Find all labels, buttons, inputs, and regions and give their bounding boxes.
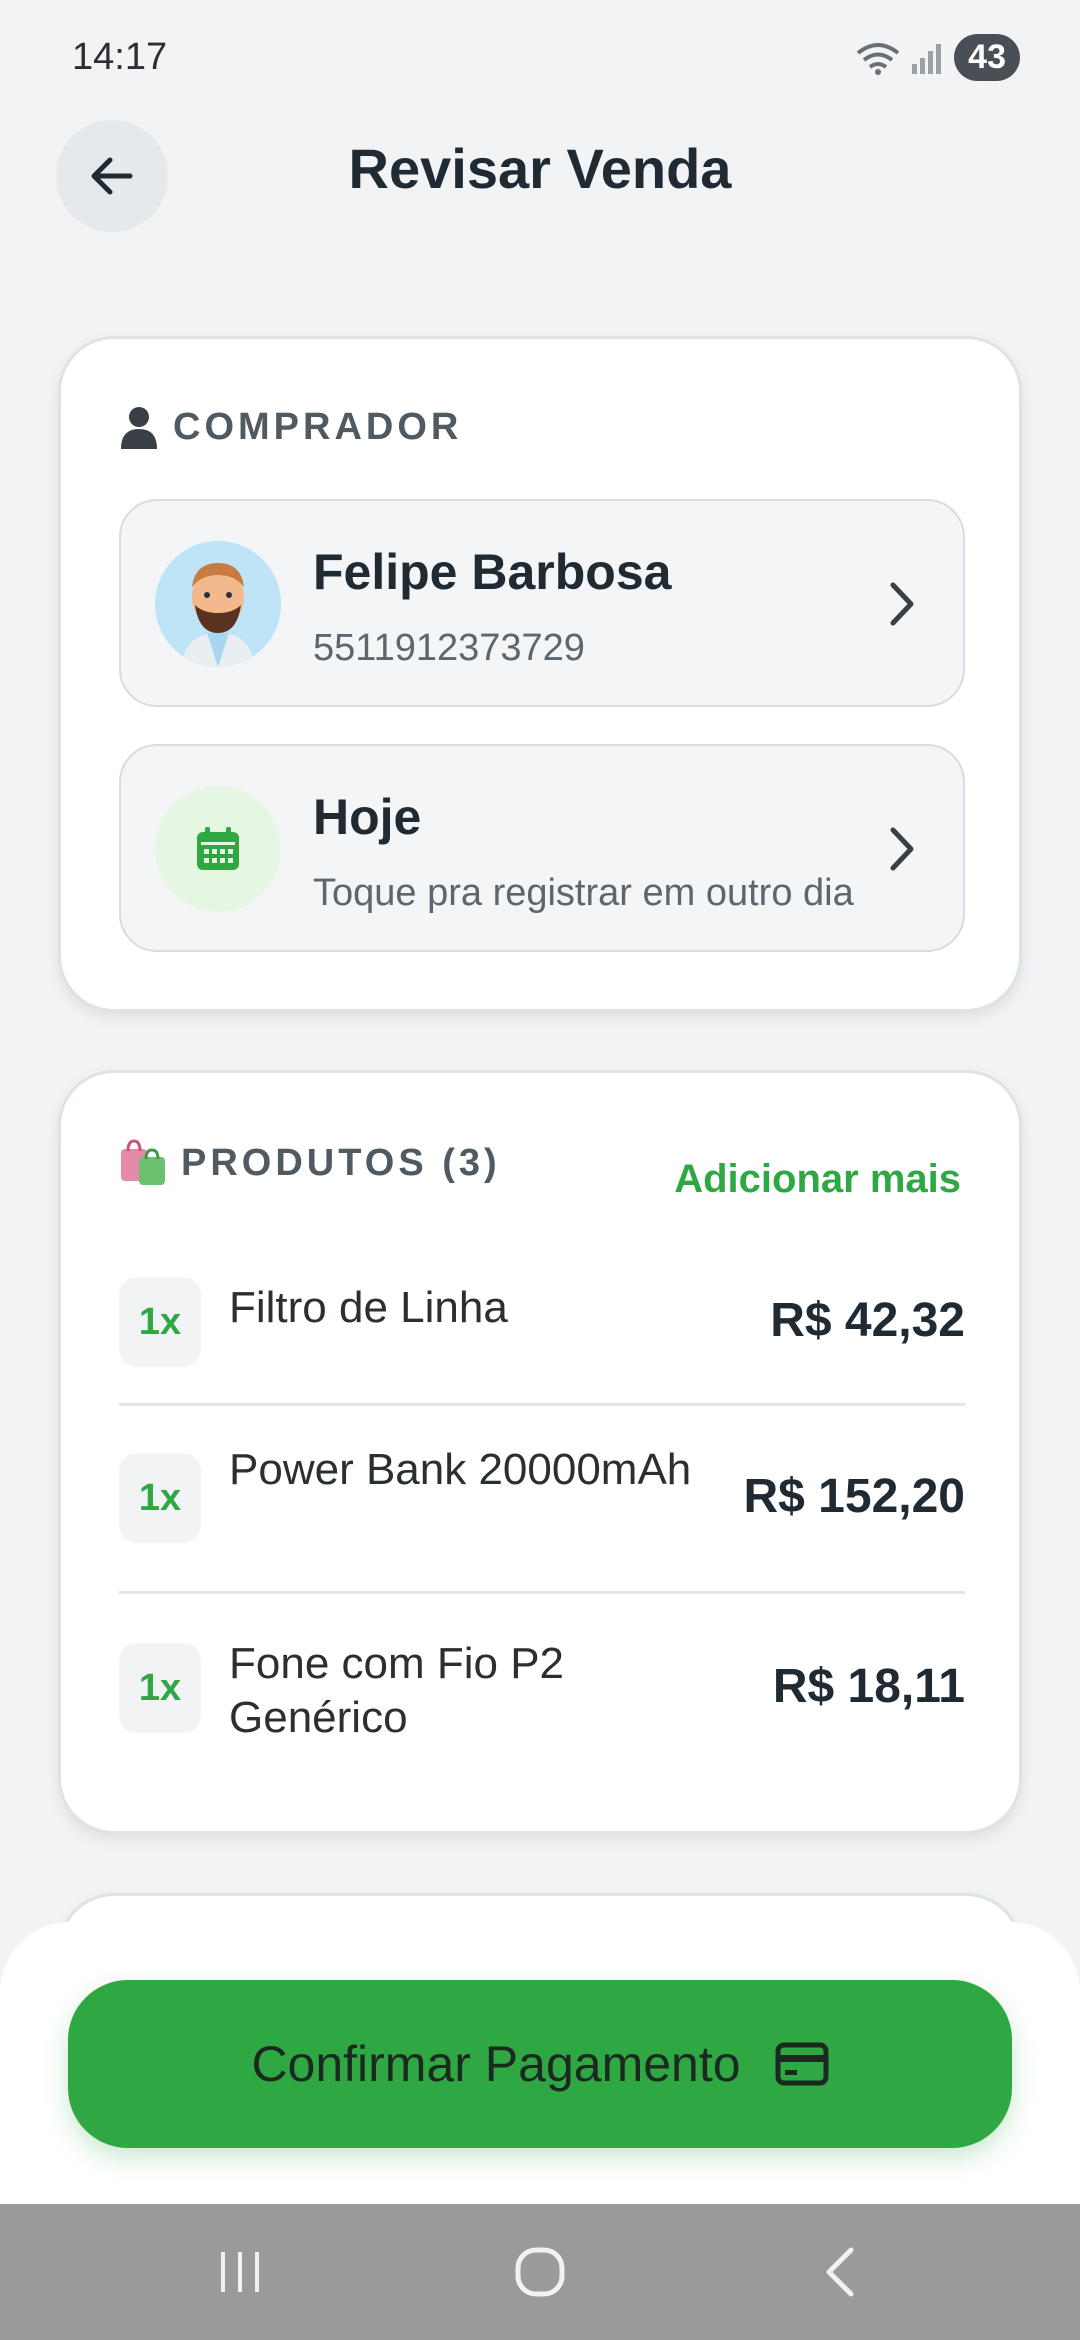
products-section-label: PRODUTOS (3) [181, 1141, 501, 1184]
wifi-icon [856, 42, 900, 75]
signal-icon [912, 43, 942, 74]
recent-apps-button[interactable] [200, 2204, 280, 2340]
home-button[interactable] [500, 2204, 580, 2340]
product-name: Filtro de Linha [229, 1283, 508, 1332]
buyer-selector[interactable]: Felipe Barbosa 5511912373729 [119, 499, 965, 707]
status-time: 14:17 [72, 36, 168, 78]
date-selector[interactable]: Hoje Toque pra registrar em outro dia [119, 744, 965, 952]
buyer-section-header: COMPRADOR [119, 405, 462, 449]
status-bar: 14:17 43 [0, 0, 1080, 110]
divider [119, 1403, 965, 1406]
divider [119, 1591, 965, 1594]
back-nav-button[interactable] [800, 2204, 880, 2340]
status-icons: 43 [856, 34, 1020, 81]
calendar-icon-wrap [155, 786, 281, 912]
products-section-header: PRODUTOS (3) [119, 1139, 501, 1187]
date-subtitle: Toque pra registrar em outro dia [313, 872, 854, 914]
page-title: Revisar Venda [348, 137, 732, 200]
product-row[interactable]: 1x Power Bank 20000mAh R$ 152,20 [119, 1445, 965, 1549]
product-row[interactable]: 1x Filtro de Linha R$ 42,32 [119, 1277, 965, 1373]
confirm-payment-label: Confirmar Pagamento [251, 2036, 741, 2092]
recent-apps-icon [221, 2252, 259, 2292]
buyer-section-label: COMPRADOR [173, 405, 463, 448]
calendar-icon [197, 827, 239, 870]
chevron-right-icon [890, 827, 914, 871]
buyer-phone: 5511912373729 [313, 627, 585, 669]
product-price: R$ 152,20 [743, 1470, 965, 1523]
product-name: Power Bank 20000mAh [229, 1445, 692, 1494]
product-name: Fone com Fio P2 Genérico [229, 1639, 565, 1742]
product-price: R$ 42,32 [770, 1294, 965, 1347]
avatar [155, 541, 281, 667]
buyer-name: Felipe Barbosa [313, 544, 672, 600]
shopping-bags-icon [121, 1139, 165, 1185]
confirm-payment-button[interactable]: Confirmar Pagamento [68, 1980, 1012, 2148]
products-card: PRODUTOS (3) Adicionar mais 1x Filtro de… [58, 1070, 1022, 1834]
quantity-badge: 1x [119, 1453, 201, 1543]
system-nav-bar [0, 2204, 1080, 2340]
back-chevron-icon [826, 2247, 854, 2297]
home-icon [515, 2247, 565, 2297]
battery-indicator: 43 [954, 34, 1020, 81]
date-title: Hoje [313, 789, 422, 845]
quantity-badge: 1x [119, 1643, 201, 1733]
chevron-right-icon [890, 582, 914, 626]
buyer-card: COMPRADOR Felipe Barbosa 5511912373729 H… [58, 336, 1022, 1012]
quantity-badge: 1x [119, 1277, 201, 1367]
product-row[interactable]: 1x Fone com Fio P2 Genérico R$ 18,11 [119, 1639, 965, 1753]
credit-card-icon [775, 2042, 829, 2086]
product-price: R$ 18,11 [772, 1660, 965, 1713]
add-more-link[interactable]: Adicionar mais [674, 1157, 961, 1202]
person-icon [121, 407, 157, 449]
